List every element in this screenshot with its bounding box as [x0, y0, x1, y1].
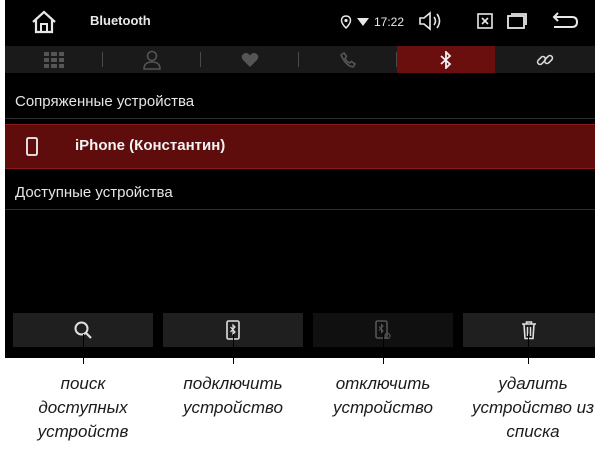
caption-connect: подключить устройство: [183, 374, 283, 417]
home-icon[interactable]: [31, 10, 57, 34]
bluetooth-icon: [440, 50, 452, 69]
volume-icon[interactable]: [418, 11, 444, 31]
tab-bar: [5, 46, 595, 73]
head-unit-screen: Bluetooth 17:22 Сопряженные устройства i…: [5, 0, 595, 358]
device-name: iPhone (Константин): [75, 137, 226, 154]
delete-button[interactable]: [463, 313, 595, 347]
app-title: Bluetooth: [90, 13, 151, 28]
callout-line-delete: [528, 334, 529, 364]
tab-calls[interactable]: [299, 46, 397, 73]
caption-search: поиск доступных устройств: [37, 374, 129, 441]
clock: 17:22: [374, 15, 405, 29]
grid-icon: [44, 51, 64, 68]
wifi-icon: [357, 18, 369, 26]
window-icon[interactable]: [506, 12, 528, 30]
caption-disconnect: отключить устройство: [333, 374, 433, 417]
tab-link[interactable]: [495, 46, 595, 73]
paired-devices-header: Сопряженные устройства: [5, 84, 595, 119]
tab-bluetooth[interactable]: [397, 46, 495, 73]
caption-delete: удалить устройство из списка: [471, 374, 595, 441]
smartphone-icon: [26, 137, 38, 156]
tab-contacts[interactable]: [103, 46, 201, 73]
back-icon[interactable]: [550, 11, 580, 31]
available-devices-title: Доступные устройства: [15, 184, 173, 201]
person-icon: [143, 50, 161, 70]
paired-devices-title: Сопряженные устройства: [15, 93, 195, 110]
status-bar: Bluetooth 17:22: [5, 0, 595, 46]
callout-line-search: [83, 334, 84, 364]
heart-icon: [241, 52, 259, 67]
callout-line-disconnect: [383, 334, 384, 364]
tab-favorites[interactable]: [201, 46, 299, 73]
tab-keypad[interactable]: [5, 46, 103, 73]
paired-device-row[interactable]: iPhone (Константин): [5, 124, 595, 169]
close-box-icon[interactable]: [477, 13, 493, 29]
callout-line-connect: [233, 334, 234, 364]
location-icon: [340, 15, 352, 29]
trash-icon: [522, 321, 536, 340]
link-icon: [536, 54, 554, 65]
available-devices-header: Доступные устройства: [5, 175, 595, 210]
phone-handset-icon: [340, 51, 356, 68]
